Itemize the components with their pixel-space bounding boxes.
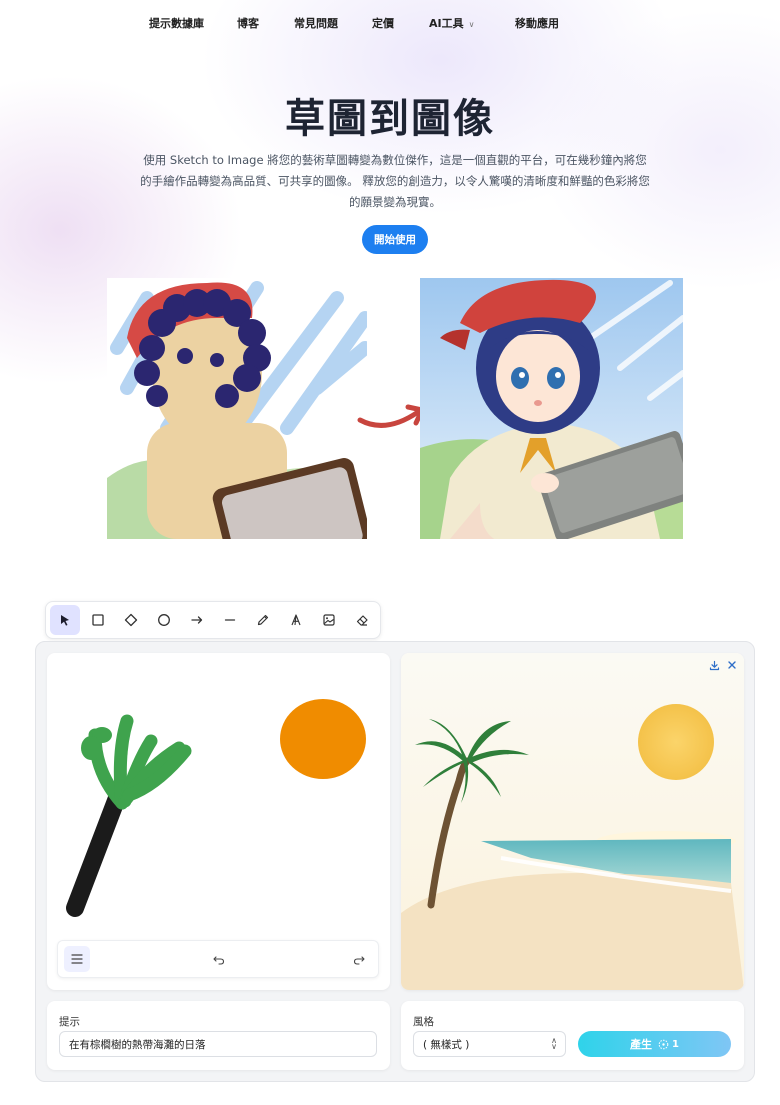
nav-faq[interactable]: 常見問題 [294,15,338,31]
style-label: 風格 [413,1016,434,1028]
diamond-icon [124,613,138,627]
image-icon [323,614,335,626]
get-started-button[interactable]: 開始使用 [362,225,428,254]
credit-cost: 1 [658,1039,679,1050]
style-select[interactable]: ( 無樣式 ) ∧ ∨ [413,1031,566,1057]
pointer-tool[interactable] [50,605,80,635]
circle-icon [158,614,170,626]
line-tool[interactable] [215,605,245,635]
hero-description: 使用 Sketch to Image 將您的藝術草圖轉變為數位傑作，這是一個直觀… [140,153,650,209]
example-result-image [420,278,683,539]
nav-blog[interactable]: 博客 [237,15,259,31]
example-result-illustration [420,278,683,539]
text-icon [291,614,301,626]
hamburger-icon [71,954,83,964]
nav-pricing[interactable]: 定價 [372,15,394,31]
generate-label: 產生 [630,1038,653,1051]
top-nav: 提示數據庫 博客 常見問題 定價 AI工具 ∨ 移動應用 [0,0,780,44]
redo-icon [353,956,365,965]
prompt-section: 提示 [47,1001,390,1070]
nav-mobile-app[interactable]: 移動應用 [515,15,559,31]
style-select-value: ( 無樣式 ) [423,1038,470,1051]
credit-cost-value: 1 [672,1038,679,1050]
diamond-tool[interactable] [116,605,146,635]
page-title: 草圖到圖像 [285,96,495,142]
pencil-icon [257,614,269,626]
example-sketch-drawing [107,278,367,539]
editor-panel: 提示 風格 ( 無樣式 ) ∧∨ 產生 1 [35,641,755,1082]
sketch-canvas[interactable] [47,653,390,990]
rectangle-tool[interactable] [83,605,113,635]
close-icon [728,661,736,669]
arrow-icon [191,616,203,624]
nav-ai-tools-label: AI工具 [429,17,464,30]
generated-image [401,653,744,990]
download-button[interactable] [708,659,720,671]
circle-tool[interactable] [149,605,179,635]
nav-prompt-database[interactable]: 提示數據庫 [149,15,204,31]
style-section: 風格 ( 無樣式 ) ∧ ∨ 產生 1 [401,1001,744,1070]
canvas-drawing [66,699,366,917]
text-tool[interactable] [281,605,311,635]
prompt-label: 提示 [59,1016,80,1028]
eraser-tool[interactable] [347,605,377,635]
result-actions [708,659,738,671]
download-icon [709,660,719,670]
menu-button[interactable] [64,946,90,972]
pointer-icon [61,615,69,626]
prompt-input[interactable] [59,1031,377,1057]
undo-icon [213,956,225,965]
drawing-toolbar [45,601,381,639]
generate-button[interactable]: 產生 1 [578,1031,731,1057]
redo-button[interactable] [348,949,370,971]
generated-beach-illustration [401,653,744,990]
canvas-control-bar [57,940,379,978]
arrow-tool[interactable] [182,605,212,635]
undo-button[interactable] [208,949,230,971]
pencil-tool[interactable] [248,605,278,635]
credit-icon [658,1039,669,1049]
chevron-down-icon: ∨ [468,20,475,29]
updown-chevron-icon: ∧ ∨ [551,1036,557,1051]
line-icon [224,619,236,621]
nav-ai-tools[interactable]: AI工具 ∨ [429,15,474,31]
example-sketch-image [107,278,367,539]
eraser-icon [356,615,368,626]
image-tool[interactable] [314,605,344,635]
rectangle-icon [92,614,104,626]
close-button[interactable] [726,659,738,671]
